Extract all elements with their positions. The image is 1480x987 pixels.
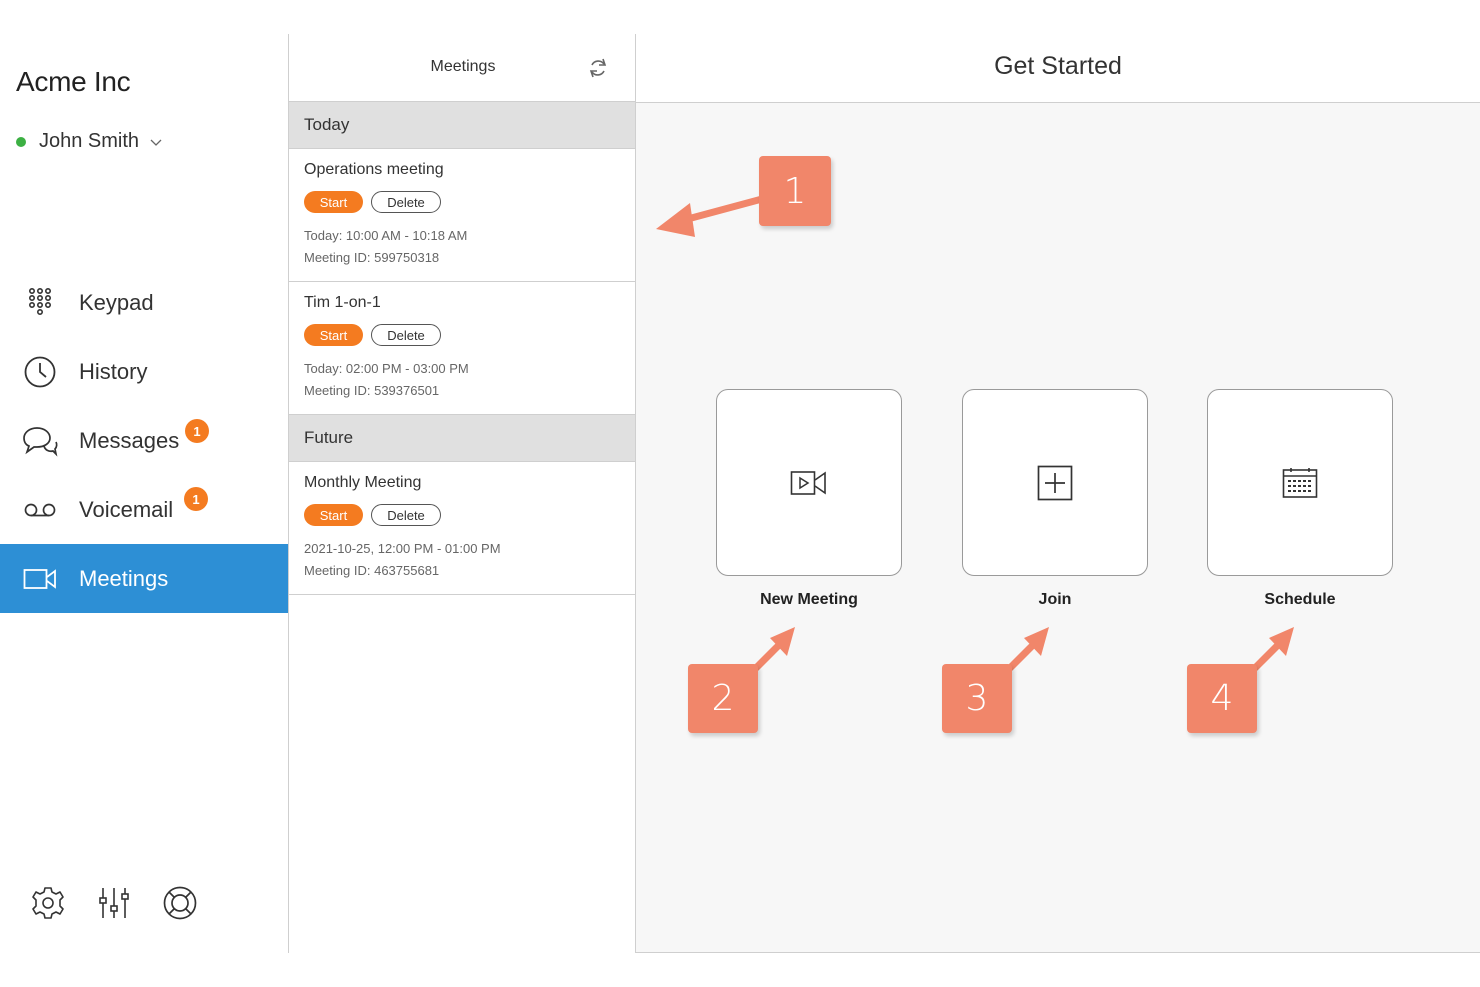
join-button[interactable] xyxy=(962,389,1148,576)
callout-2: 2 xyxy=(688,664,758,733)
delete-meeting-button[interactable]: Delete xyxy=(371,324,441,346)
meetings-list-header: Meetings xyxy=(289,34,635,102)
sidebar-item-label: Keypad xyxy=(79,289,154,315)
clock-icon xyxy=(22,354,58,390)
sidebar-item-label: Messages xyxy=(79,427,180,453)
meeting-id: Meeting ID: 599750318 xyxy=(304,250,440,265)
meetings-list-panel: Meetings Today Operations meeting Start … xyxy=(288,34,636,953)
meeting-title: Monthly Meeting xyxy=(304,474,422,491)
sidebar-footer xyxy=(30,884,198,922)
video-camera-icon xyxy=(790,470,826,495)
page-title: Get Started xyxy=(994,52,1122,80)
meeting-id: Meeting ID: 539376501 xyxy=(304,383,440,398)
section-header-future: Future xyxy=(289,415,635,462)
delete-meeting-button[interactable]: Delete xyxy=(371,191,441,213)
sidebar-item-history[interactable]: History xyxy=(0,337,288,406)
plus-square-icon xyxy=(1037,465,1073,500)
callout-1: 1 xyxy=(759,156,831,226)
callout-4: 4 xyxy=(1187,664,1257,733)
meeting-item[interactable]: Tim 1-on-1 Start Delete Today: 02:00 PM … xyxy=(289,282,635,415)
section-header-today: Today xyxy=(289,102,635,149)
unread-badge: 1 xyxy=(184,487,208,511)
sliders-icon[interactable] xyxy=(96,884,132,922)
meeting-title: Operations meeting xyxy=(304,161,444,178)
start-meeting-button[interactable]: Start xyxy=(304,324,363,346)
meeting-id: Meeting ID: 463755681 xyxy=(304,563,440,578)
schedule-button[interactable] xyxy=(1207,389,1393,576)
sidebar-item-meetings[interactable]: Meetings xyxy=(0,544,288,613)
start-meeting-button[interactable]: Start xyxy=(304,504,363,526)
keypad-icon xyxy=(22,285,58,321)
lifebuoy-icon[interactable] xyxy=(162,884,198,922)
sidebar-item-label: History xyxy=(79,358,148,384)
meeting-item[interactable]: Operations meeting Start Delete Today: 1… xyxy=(289,149,635,282)
unread-badge: 1 xyxy=(185,419,209,443)
main-header: Get Started xyxy=(636,34,1480,103)
chevron-down-icon xyxy=(150,139,162,146)
sidebar: Acme Inc John Smith Keypad History Messa… xyxy=(0,0,288,987)
meetings-list-title: Meetings xyxy=(430,58,496,75)
sidebar-item-label: Voicemail xyxy=(79,496,174,522)
meeting-time: 2021-10-25, 12:00 PM - 01:00 PM xyxy=(304,541,501,556)
delete-meeting-button[interactable]: Delete xyxy=(371,504,441,526)
new-meeting-label: New Meeting xyxy=(760,591,858,608)
calendar-icon xyxy=(1282,467,1318,498)
sidebar-item-messages[interactable]: Messages 1 xyxy=(0,406,288,475)
schedule-label: Schedule xyxy=(1264,591,1336,608)
meeting-title: Tim 1-on-1 xyxy=(304,294,381,311)
user-menu[interactable]: John Smith xyxy=(16,130,163,153)
sidebar-item-voicemail[interactable]: Voicemail 1 xyxy=(0,475,288,544)
sidebar-item-label: Meetings xyxy=(79,565,169,591)
start-meeting-button[interactable]: Start xyxy=(304,191,363,213)
refresh-icon[interactable] xyxy=(586,56,610,80)
voicemail-icon xyxy=(22,492,58,528)
meeting-time: Today: 02:00 PM - 03:00 PM xyxy=(304,361,469,376)
meeting-item[interactable]: Monthly Meeting Start Delete 2021-10-25,… xyxy=(289,462,635,595)
join-label: Join xyxy=(1038,591,1072,608)
user-name: John Smith xyxy=(39,130,140,152)
meeting-time: Today: 10:00 AM - 10:18 AM xyxy=(304,228,468,243)
callout-3: 3 xyxy=(942,664,1012,733)
new-meeting-button[interactable] xyxy=(716,389,902,576)
gear-icon[interactable] xyxy=(30,884,66,922)
get-started-area: New Meeting Join Schedule xyxy=(636,103,1480,953)
video-camera-icon xyxy=(22,561,58,597)
company-name: Acme Inc xyxy=(16,66,131,97)
sidebar-item-keypad[interactable]: Keypad xyxy=(0,268,288,337)
chat-bubbles-icon xyxy=(22,423,58,459)
sidebar-nav: Keypad History Messages 1 Voicemail 1 Me… xyxy=(0,268,288,613)
presence-status-dot xyxy=(16,136,26,147)
